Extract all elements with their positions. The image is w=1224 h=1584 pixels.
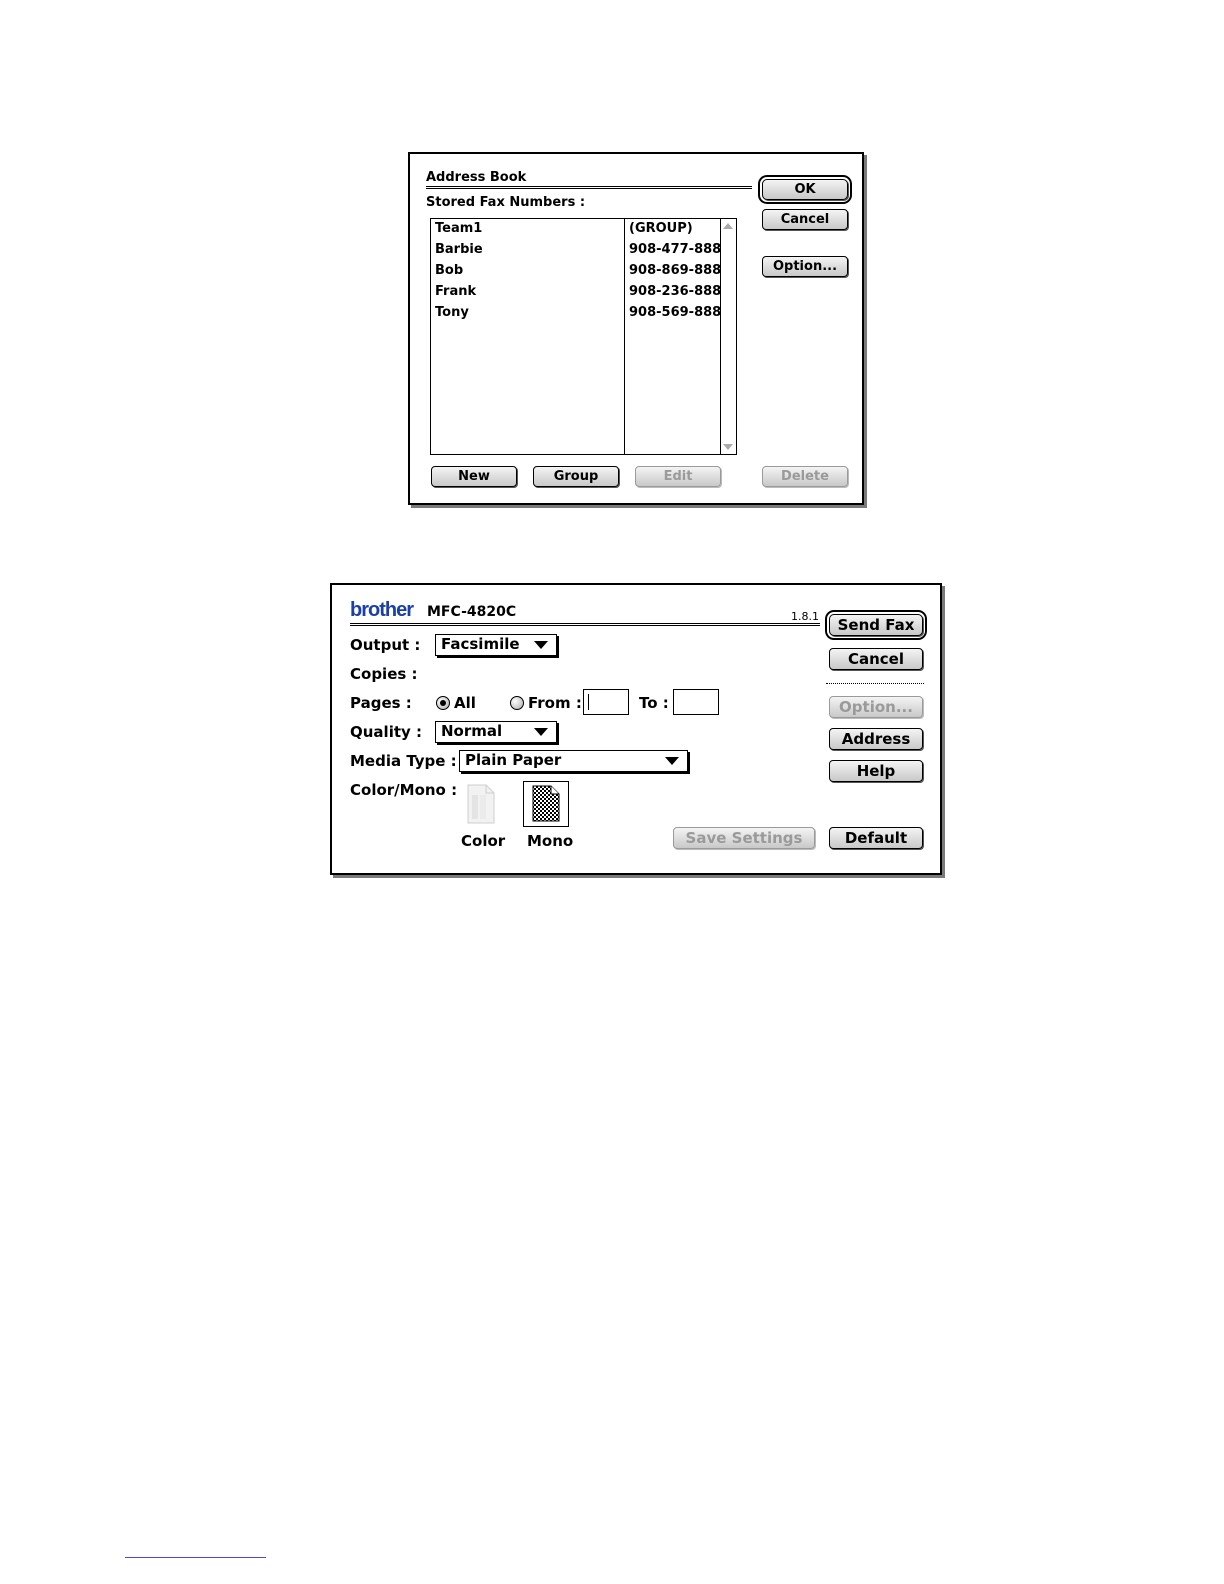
text-cursor <box>588 694 589 710</box>
fax-list[interactable]: Team1 (GROUP) Barbie 908-477-8888 Bob 90… <box>430 218 737 455</box>
pages-from-radio[interactable] <box>510 696 524 710</box>
media-type-label: Media Type : <box>350 752 457 770</box>
output-select[interactable]: Facsimile <box>435 634 557 656</box>
list-item[interactable]: Frank 908-236-8888 <box>431 282 736 303</box>
pages-from-input[interactable] <box>583 689 629 715</box>
version-label: 1.8.1 <box>791 610 819 623</box>
entry-name: Barbie <box>435 242 483 257</box>
mono-document-icon <box>532 785 560 822</box>
address-button[interactable]: Address <box>829 728 923 750</box>
scroll-down-arrow-icon[interactable] <box>723 444 733 450</box>
pages-from-label: From : <box>528 694 582 712</box>
pages-to-label: To : <box>639 694 669 712</box>
edit-button[interactable]: Edit <box>635 466 721 487</box>
output-value: Facsimile <box>441 635 520 653</box>
fax-send-dialog: brother MFC-4820C 1.8.1 Output : Facsimi… <box>330 583 942 875</box>
footnote-rule <box>125 1557 266 1558</box>
header-rule <box>350 623 820 626</box>
chevron-down-icon <box>534 641 548 649</box>
entry-name: Team1 <box>435 221 483 236</box>
quality-label: Quality : <box>350 723 423 741</box>
ok-button[interactable]: OK <box>758 175 852 204</box>
address-book-title: Address Book <box>426 170 527 185</box>
stored-fax-label: Stored Fax Numbers : <box>426 195 586 210</box>
quality-value: Normal <box>441 722 503 740</box>
cancel-button[interactable]: Cancel <box>829 648 923 670</box>
output-label: Output : <box>350 636 421 654</box>
delete-button[interactable]: Delete <box>762 466 848 487</box>
list-item[interactable]: Team1 (GROUP) <box>431 219 736 240</box>
group-button[interactable]: Group <box>533 466 619 487</box>
chevron-down-icon <box>665 757 679 765</box>
mono-option[interactable] <box>523 781 569 827</box>
chevron-down-icon <box>534 728 548 736</box>
help-button[interactable]: Help <box>829 760 923 782</box>
mono-label: Mono <box>527 832 574 850</box>
list-item[interactable]: Barbie 908-477-8888 <box>431 240 736 261</box>
default-button[interactable]: Default <box>829 827 923 849</box>
pages-all-label: All <box>454 694 476 712</box>
model-name: MFC-4820C <box>427 604 517 620</box>
cancel-button[interactable]: Cancel <box>762 209 848 230</box>
copies-label: Copies : <box>350 665 418 683</box>
list-item[interactable]: Tony 908-569-8888 <box>431 303 736 324</box>
scroll-up-arrow-icon[interactable] <box>723 223 733 229</box>
media-type-select[interactable]: Plain Paper <box>459 750 688 772</box>
option-button[interactable]: Option... <box>762 256 848 277</box>
dotted-separator <box>826 683 924 684</box>
list-scrollbar[interactable] <box>720 219 736 454</box>
pages-to-input[interactable] <box>673 689 719 715</box>
title-rule <box>426 186 752 189</box>
entry-number: 908-869-8888 <box>629 263 731 278</box>
option-button[interactable]: Option... <box>829 696 923 718</box>
entry-number: (GROUP) <box>629 221 693 236</box>
list-item[interactable]: Bob 908-869-8888 <box>431 261 736 282</box>
entry-number: 908-569-8888 <box>629 305 731 320</box>
brand-logo: brother <box>350 599 414 621</box>
address-book-dialog: Address Book Stored Fax Numbers : Team1 … <box>408 152 864 505</box>
color-document-icon <box>467 784 495 824</box>
media-type-value: Plain Paper <box>465 751 562 769</box>
send-fax-button[interactable]: Send Fax <box>825 610 927 640</box>
pages-label: Pages : <box>350 694 412 712</box>
new-button[interactable]: New <box>431 466 517 487</box>
save-settings-button[interactable]: Save Settings <box>673 827 815 849</box>
color-mono-label: Color/Mono : <box>350 781 458 799</box>
quality-select[interactable]: Normal <box>435 721 557 743</box>
entry-number: 908-477-8888 <box>629 242 731 257</box>
color-option[interactable] <box>462 783 498 825</box>
entry-name: Tony <box>435 305 469 320</box>
entry-name: Frank <box>435 284 477 299</box>
entry-name: Bob <box>435 263 464 278</box>
entry-number: 908-236-8888 <box>629 284 731 299</box>
pages-all-radio[interactable] <box>436 696 450 710</box>
color-label: Color <box>461 832 506 850</box>
